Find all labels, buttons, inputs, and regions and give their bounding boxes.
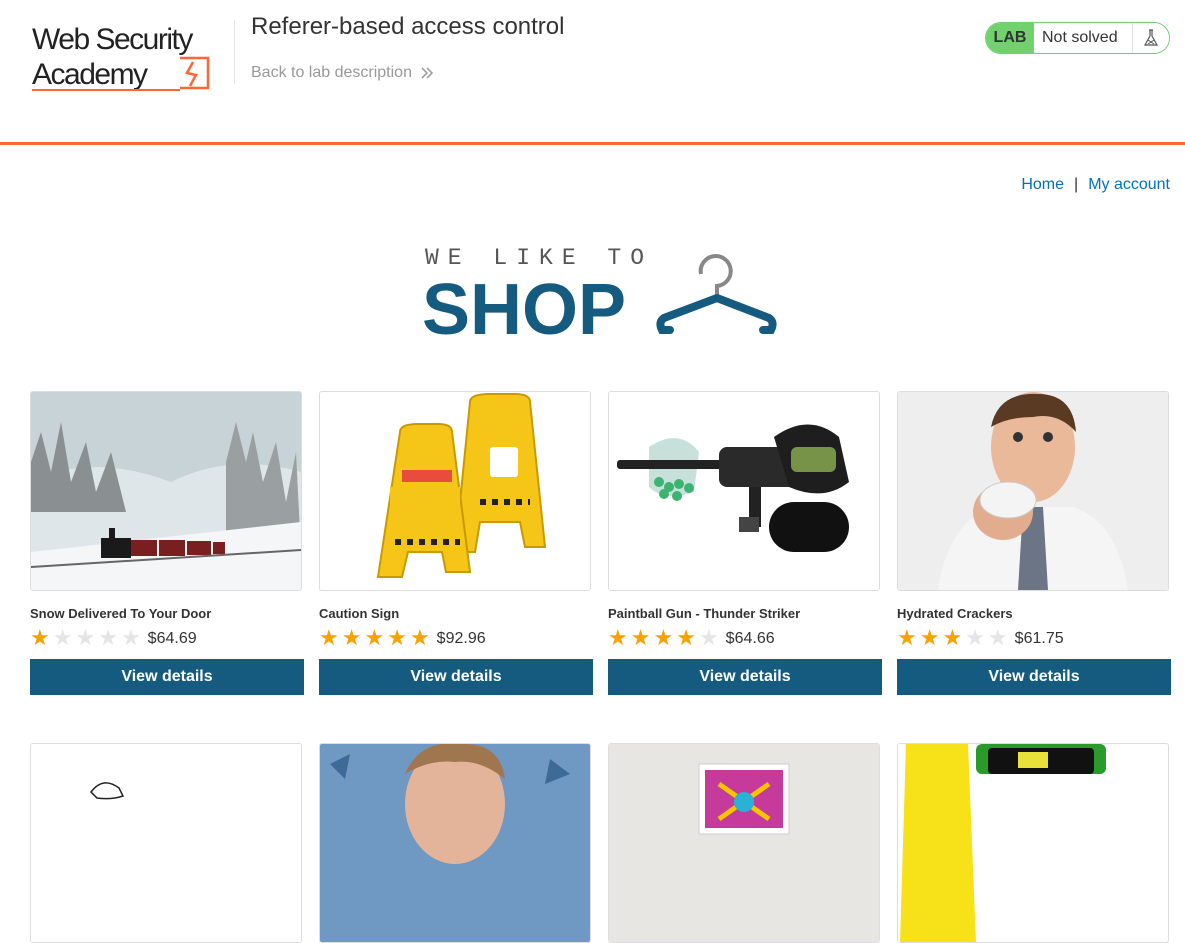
product-name: Paintball Gun - Thunder Striker [608,606,801,621]
svg-text:SHOP: SHOP [422,270,626,344]
star-empty-icon: ★ [698,625,719,650]
product-grid: Snow Delivered To Your Door ★ ★ ★ ★ ★ $64.69… [30,391,1171,943]
product-image[interactable] [319,743,591,943]
star-rating: ★ ★ ★ ★ ★ [608,627,719,649]
lab-header: Web Security Academy Referer-based acces… [0,0,1185,145]
product-image[interactable] [30,391,302,591]
lab-title: Referer-based access control [251,13,565,40]
product-rating: ★ ★ ★ ★ ★ $92.96 [319,626,593,650]
star-filled-icon: ★ [653,625,674,650]
star-rating: ★ ★ ★ ★ ★ [897,627,1008,649]
star-filled-icon: ★ [341,625,362,650]
star-empty-icon: ★ [987,625,1008,650]
svg-text:WE LIKE TO: WE LIKE TO [425,245,653,271]
product-thumbnail-image [609,744,879,942]
product-card: Hydrated Crackers ★ ★ ★ ★ ★ $61.75 View deta… [897,391,1171,695]
product-thumbnail-image [898,744,1168,942]
svg-text:Web Security: Web Security [32,23,193,56]
product-rating: ★ ★ ★ ★ ★ $64.66 [608,626,882,650]
double-chevron-right-icon [421,67,434,79]
star-empty-icon: ★ [75,625,96,650]
paintball-gun-image [609,392,879,590]
star-filled-icon: ★ [319,625,339,650]
view-details-button[interactable]: View details [319,659,593,695]
we-like-to-shop-banner: WE LIKE TO SHOP [422,245,777,344]
product-thumbnail-image [31,744,301,942]
star-empty-icon: ★ [52,625,73,650]
snowy-train-image [31,392,301,590]
star-filled-icon: ★ [30,625,50,650]
product-image[interactable] [30,743,302,943]
product-name: Caution Sign [319,606,400,621]
flask-icon [1132,23,1169,53]
back-link-label: Back to lab description [251,64,412,81]
man-eating-cracker-image [898,392,1168,590]
view-details-button[interactable]: View details [897,659,1171,695]
product-card [319,743,593,943]
product-image[interactable] [608,391,880,591]
caution-sign-image [320,392,590,590]
product-rating: ★ ★ ★ ★ ★ $61.75 [897,626,1171,650]
star-filled-icon: ★ [942,625,963,650]
hanger-icon [656,254,777,334]
product-price: $92.96 [436,630,486,647]
lab-status-widget: LAB Not solved [985,22,1170,54]
product-card: Paintball Gun - Thunder Striker ★ ★ ★ ★ ★ $6… [608,391,882,695]
star-empty-icon: ★ [965,625,985,650]
lab-badge: LAB [986,23,1034,53]
product-card: Snow Delivered To Your Door ★ ★ ★ ★ ★ $64.69… [30,391,304,695]
product-image[interactable] [897,391,1169,591]
star-rating: ★ ★ ★ ★ ★ [30,627,141,649]
product-image[interactable] [608,743,880,943]
product-image[interactable] [319,391,591,591]
product-card [30,743,304,943]
view-details-button[interactable]: View details [30,659,304,695]
product-rating: ★ ★ ★ ★ ★ $64.69 [30,626,304,650]
back-to-lab-description-link[interactable]: Back to lab description [251,64,434,82]
product-price: $64.66 [725,630,775,647]
product-name: Hydrated Crackers [897,606,1013,621]
star-filled-icon: ★ [630,625,651,650]
product-card [608,743,882,943]
product-image[interactable] [897,743,1169,943]
star-filled-icon: ★ [608,625,628,650]
product-name: Snow Delivered To Your Door [30,606,212,621]
product-card [897,743,1171,943]
product-thumbnail-image [320,744,590,942]
header-divider [234,20,235,84]
star-filled-icon: ★ [409,625,430,650]
product-card: Caution Sign ★ ★ ★ ★ ★ $92.96 View details [319,391,593,695]
star-rating: ★ ★ ★ ★ ★ [319,627,430,649]
star-filled-icon: ★ [364,625,385,650]
star-empty-icon: ★ [98,625,118,650]
star-filled-icon: ★ [897,625,917,650]
star-empty-icon: ★ [120,625,141,650]
home-link[interactable]: Home [1021,176,1064,194]
svg-text:Academy: Academy [32,58,148,91]
top-navigation: Home | My account [1021,176,1170,194]
product-price: $64.69 [147,630,197,647]
web-security-academy-logo[interactable]: Web Security Academy [30,20,230,95]
star-filled-icon: ★ [676,625,696,650]
view-details-button[interactable]: View details [608,659,882,695]
nav-separator: | [1074,176,1079,193]
my-account-link[interactable]: My account [1088,176,1170,194]
product-price: $61.75 [1014,630,1064,647]
lab-status-text: Not solved [1034,23,1132,53]
star-filled-icon: ★ [387,625,407,650]
star-filled-icon: ★ [919,625,940,650]
